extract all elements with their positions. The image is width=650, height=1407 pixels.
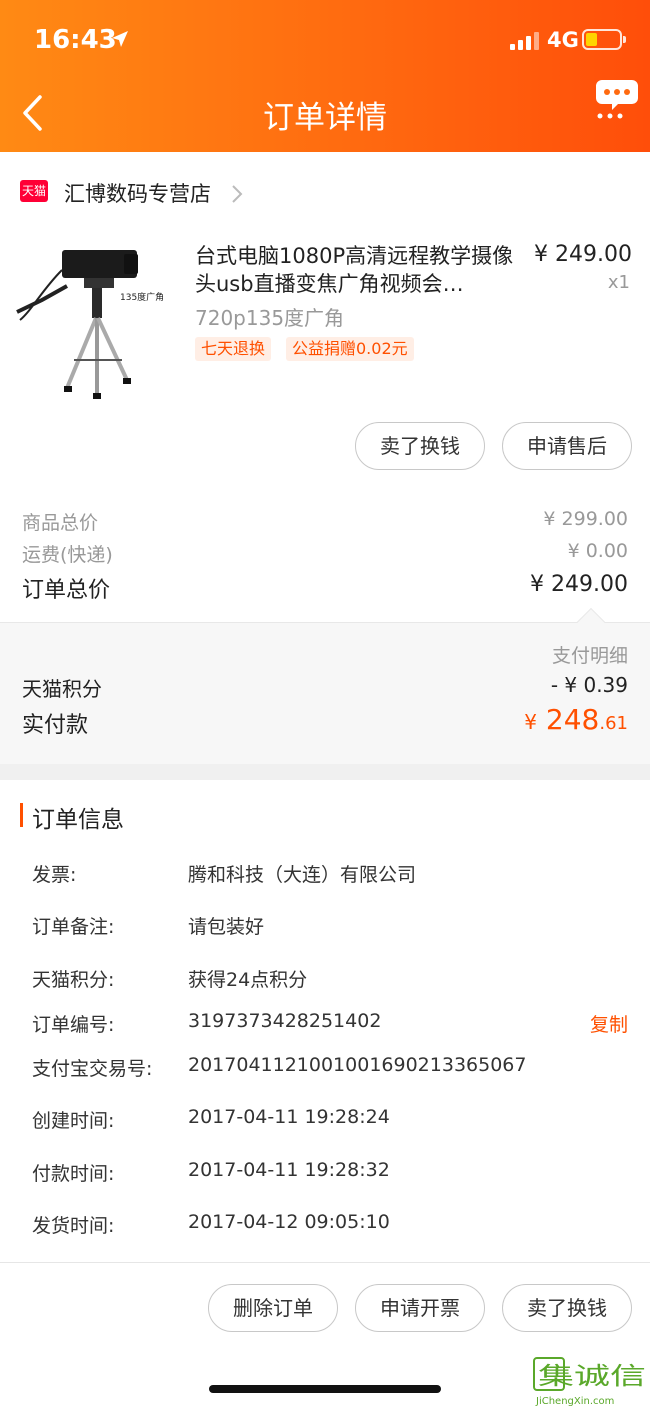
delete-order-button[interactable]: 删除订单	[208, 1284, 338, 1332]
info-row-points: 天猫积分: 获得24点积分	[32, 965, 628, 995]
cellular-signal-icon	[510, 32, 539, 50]
site-watermark-logo: 集诚信 JiChengXin.com	[533, 1357, 646, 1407]
info-row-alipay-number: 支付宝交易号: 2017041121001001690213365067	[32, 1054, 628, 1084]
nav-header: 16:43 4G 订单详情	[0, 0, 650, 152]
product-price: ¥ 249.00	[534, 242, 632, 267]
info-row-created: 创建时间: 2017-04-11 19:28:24	[32, 1106, 628, 1136]
info-row-note: 订单备注: 请包装好	[32, 912, 628, 942]
image-caption: 135度广角	[120, 291, 164, 303]
info-label: 付款时间:	[32, 1163, 115, 1185]
info-label: 发货时间:	[32, 1215, 115, 1237]
product-sku: 720p135度广角	[195, 306, 345, 330]
svg-text:集诚信: 集诚信	[538, 1362, 646, 1390]
tmall-points-label: 天猫积分	[22, 677, 102, 701]
tag-seven-day-return: 七天退换	[195, 337, 272, 361]
info-label: 支付宝交易号:	[32, 1058, 153, 1080]
amount-decimal: .61	[599, 713, 628, 734]
chevron-right-icon	[232, 185, 243, 203]
network-type: 4G	[547, 28, 579, 52]
page-title: 订单详情	[263, 100, 387, 136]
info-row-order-number: 订单编号: 3197373428251402 复制	[32, 1010, 628, 1040]
location-arrow-icon	[112, 31, 128, 47]
info-label: 订单编号:	[32, 1014, 115, 1036]
info-label: 订单备注:	[32, 916, 115, 938]
battery-icon	[582, 29, 626, 50]
info-value: 2017-04-11 19:28:24	[188, 1106, 390, 1128]
info-value: 获得24点积分	[188, 969, 308, 991]
request-invoice-button[interactable]: 申请开票	[355, 1284, 485, 1332]
goods-total-value: ¥ 299.00	[543, 508, 628, 530]
order-total-value: ¥ 249.00	[530, 572, 628, 597]
goods-total-row: 商品总价 ¥ 299.00	[22, 508, 628, 535]
product-name[interactable]: 台式电脑1080P高清远程教学摄像头usb直播变焦广角视频会…	[195, 242, 525, 298]
actual-paid-label: 实付款	[22, 713, 89, 738]
actual-paid-row: 实付款 ¥ 248.61	[22, 703, 628, 739]
order-total-label: 订单总价	[22, 578, 111, 603]
info-row-shipped: 发货时间: 2017-04-12 09:05:10	[32, 1211, 628, 1241]
info-value: 2017-04-11 19:28:32	[188, 1159, 390, 1181]
status-time: 16:43	[34, 25, 117, 55]
info-value: 2017041121001001690213365067	[188, 1054, 527, 1076]
copy-button[interactable]: 复制	[590, 1010, 628, 1037]
sell-for-cash-button[interactable]: 卖了换钱	[355, 422, 485, 470]
payment-box: 支付明细 天猫积分 - ¥ 0.39 实付款 ¥ 248.61	[0, 607, 650, 764]
webcam-tripod-image: 135度广角	[16, 250, 164, 399]
info-label: 创建时间:	[32, 1110, 115, 1132]
currency-symbol: ¥	[524, 710, 538, 734]
after-sales-button[interactable]: 申请售后	[502, 422, 632, 470]
info-label: 发票:	[32, 864, 77, 886]
info-value: 3197373428251402	[188, 1010, 382, 1032]
section-accent-bar	[20, 803, 23, 827]
caret-up-icon	[576, 607, 606, 637]
shipping-label: 运费(快递)	[22, 544, 113, 566]
home-indicator[interactable]	[209, 1385, 441, 1393]
tmall-points-value: - ¥ 0.39	[550, 673, 628, 697]
payment-detail-link[interactable]: 支付明细	[552, 641, 628, 668]
goods-total-label: 商品总价	[22, 512, 99, 534]
footer-divider	[0, 1262, 650, 1263]
info-value: 腾和科技（大连）有限公司	[188, 864, 417, 886]
info-row-paid: 付款时间: 2017-04-11 19:28:32	[32, 1159, 628, 1189]
actual-paid-value: ¥ 248.61	[524, 703, 628, 736]
tag-charity: 公益捐赠0.02元	[286, 337, 414, 361]
info-label: 天猫积分:	[32, 969, 115, 991]
tmall-points-row: 天猫积分 - ¥ 0.39	[22, 673, 628, 702]
svg-text:JiChengXin.com: JiChengXin.com	[535, 1396, 614, 1407]
order-total-row: 订单总价 ¥ 249.00	[22, 572, 628, 604]
order-info-title: 订单信息	[32, 807, 124, 833]
info-value: 请包装好	[188, 916, 265, 938]
tmall-badge: 天猫	[20, 180, 48, 202]
product-image[interactable]: 135度广角	[12, 240, 182, 400]
section-divider	[0, 764, 650, 780]
shop-row[interactable]: 天猫 汇博数码专营店	[0, 166, 650, 222]
info-row-invoice: 发票: 腾和科技（大连）有限公司	[32, 860, 628, 890]
shipping-value: ¥ 0.00	[567, 540, 628, 562]
shop-name: 汇博数码专营店	[64, 182, 211, 206]
product-quantity: x1	[607, 272, 630, 293]
chat-more-icon[interactable]	[594, 76, 640, 122]
shipping-row: 运费(快递) ¥ 0.00	[22, 540, 628, 567]
info-value: 2017-04-12 09:05:10	[188, 1211, 390, 1233]
sell-for-cash-footer-button[interactable]: 卖了换钱	[502, 1284, 632, 1332]
amount-integer: 248	[537, 703, 600, 736]
